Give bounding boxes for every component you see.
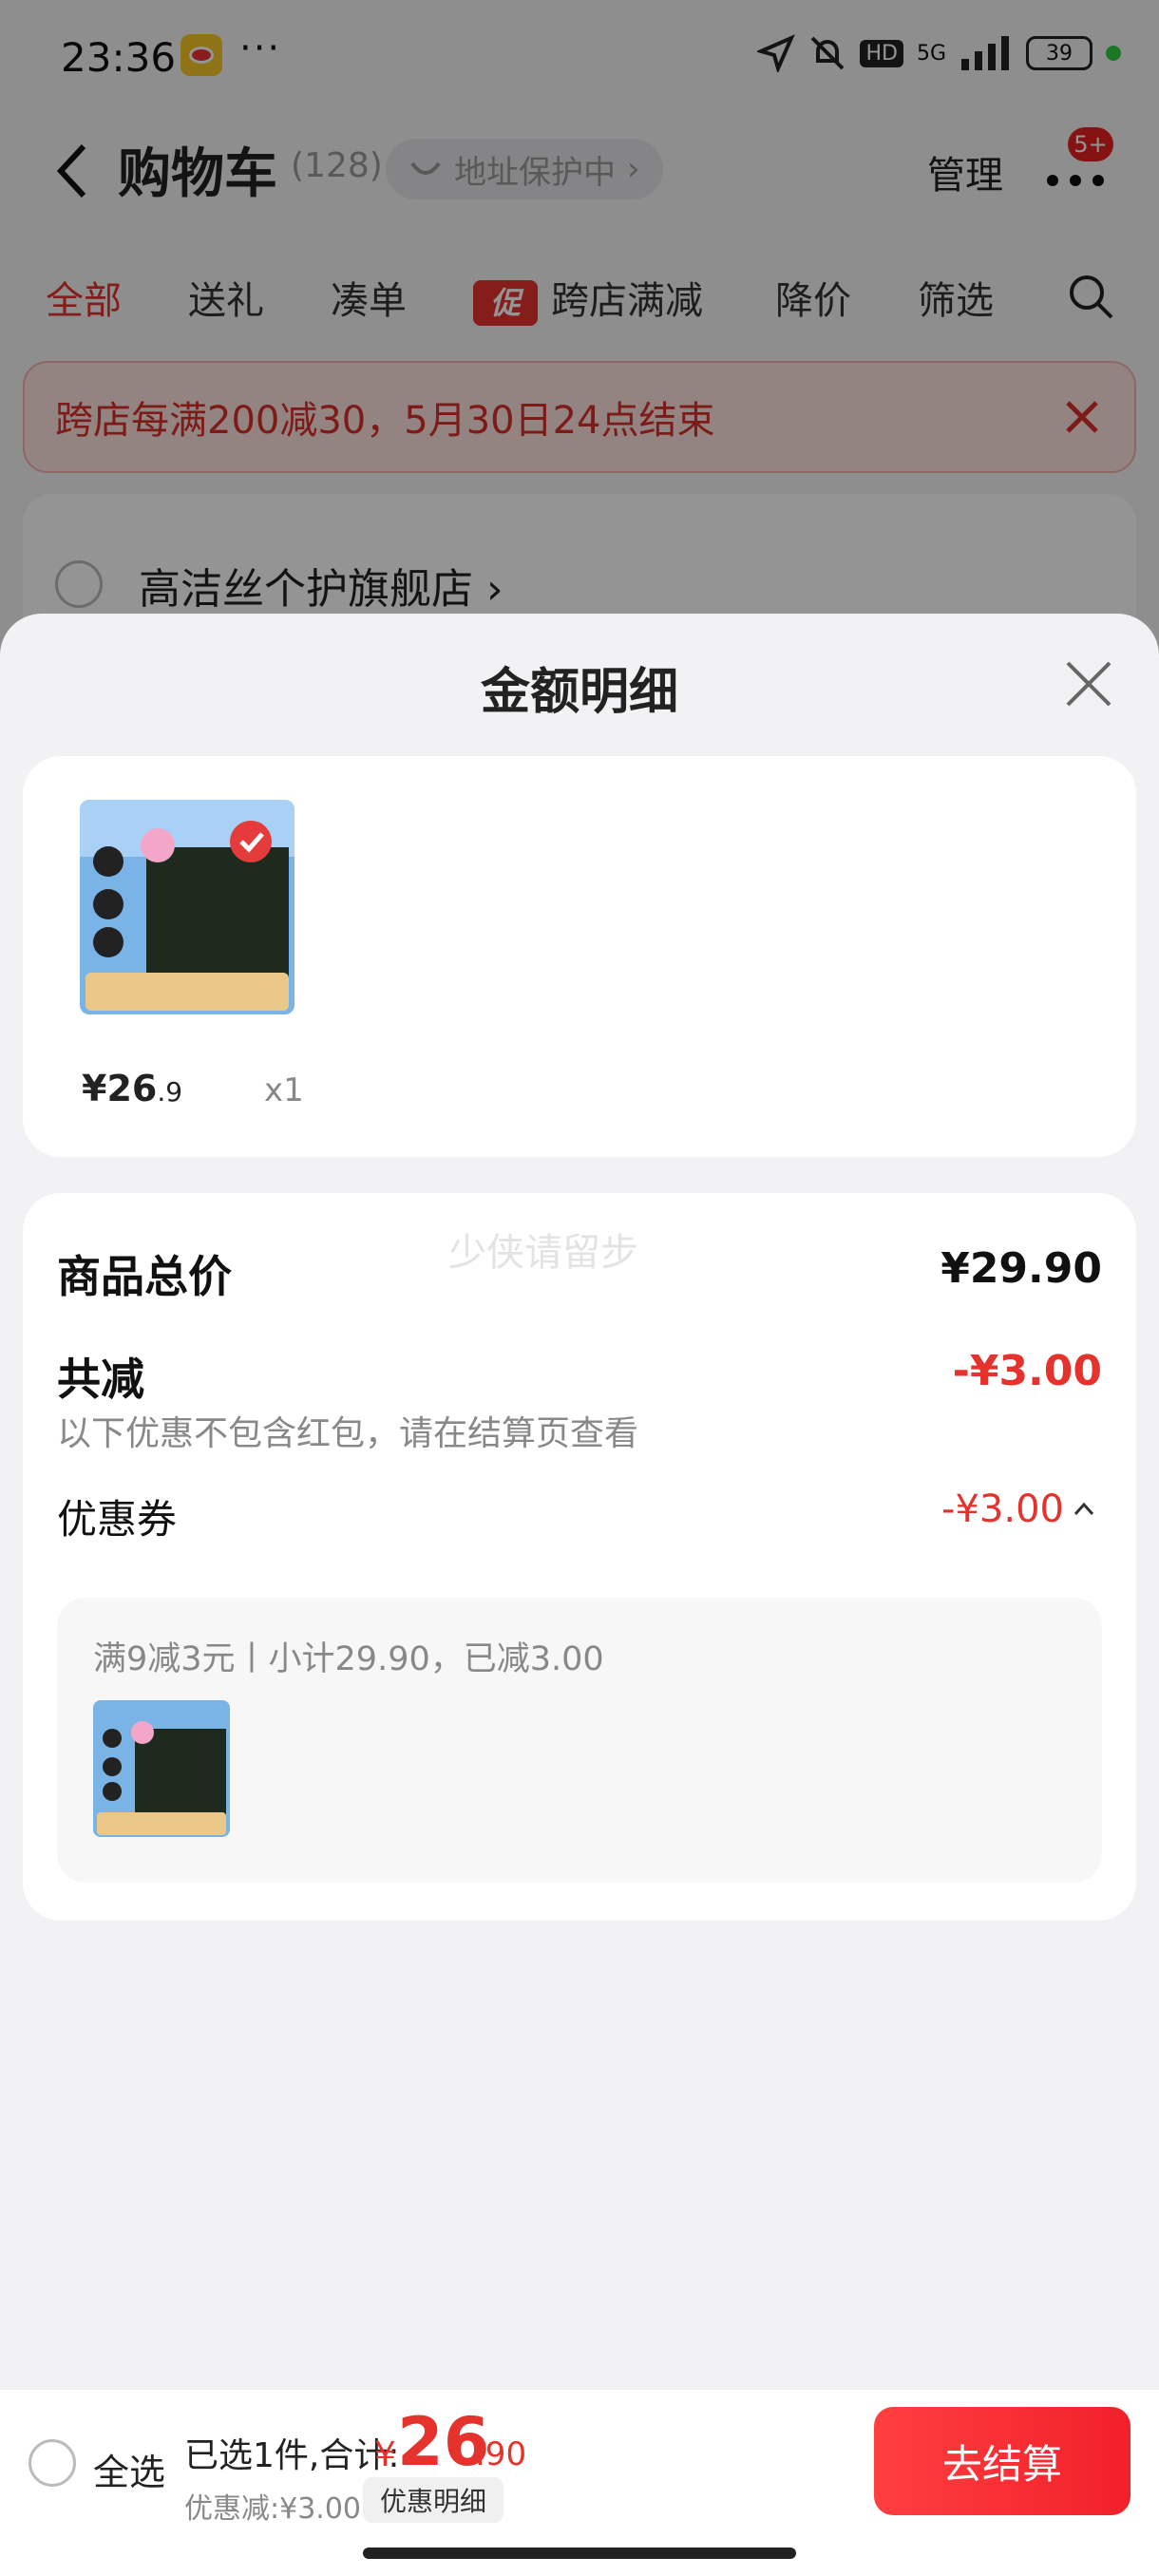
chevron-up-icon[interactable]: [1070, 1495, 1098, 1524]
total-price-label: 商品总价: [57, 1251, 232, 1302]
discount-label: 共减: [57, 1354, 144, 1405]
coupon-description: 满9减3元丨小计29.90，已减3.00: [93, 1640, 604, 1678]
product-image[interactable]: [80, 800, 294, 1014]
discount-note: 以下优惠不包含红包，请在结算页查看: [57, 1414, 639, 1453]
home-indicator[interactable]: [363, 2548, 796, 2559]
discount-summary: 优惠减:¥3.00: [184, 2492, 361, 2526]
watermark-text: 少侠请留步: [448, 1231, 638, 1275]
checkout-bar: 全选 已选1件,合计: ¥ 26 .90 优惠减:¥3.00 优惠明细 去结算: [0, 2390, 1159, 2576]
total-amount-decimal: .90: [475, 2435, 527, 2473]
coupon-label: 优惠券: [57, 1496, 178, 1543]
total-price-value: ¥29.90: [940, 1244, 1102, 1293]
coupon-detail-box: 满9减3元丨小计29.90，已减3.00: [57, 1598, 1102, 1883]
select-all-label[interactable]: 全选: [93, 2443, 165, 2495]
item-price: ¥26.9: [82, 1068, 183, 1109]
close-icon[interactable]: [1064, 659, 1113, 709]
discount-detail-button[interactable]: 优惠明细: [363, 2477, 504, 2523]
amount-detail-sheet: 金额明细 ¥26.9 x1 少侠请留步 商品总价 ¥29.90 共减 -¥3.0…: [0, 614, 1159, 2390]
discount-value: -¥3.00: [952, 1347, 1102, 1395]
coupon-value[interactable]: -¥3.00: [941, 1487, 1064, 1531]
select-all-radio[interactable]: [28, 2439, 76, 2487]
coupon-product-image: [93, 1700, 230, 1837]
total-currency: ¥: [374, 2435, 396, 2474]
item-quantity: x1: [264, 1071, 304, 1109]
items-card: ¥26.9 x1: [23, 756, 1136, 1157]
summary-card: 少侠请留步 商品总价 ¥29.90 共减 -¥3.00 以下优惠不包含红包，请在…: [23, 1193, 1136, 1921]
sheet-title: 金额明细: [480, 664, 678, 721]
checkout-button[interactable]: 去结算: [874, 2407, 1130, 2515]
selected-count-text: 已选1件,合计:: [184, 2436, 400, 2475]
